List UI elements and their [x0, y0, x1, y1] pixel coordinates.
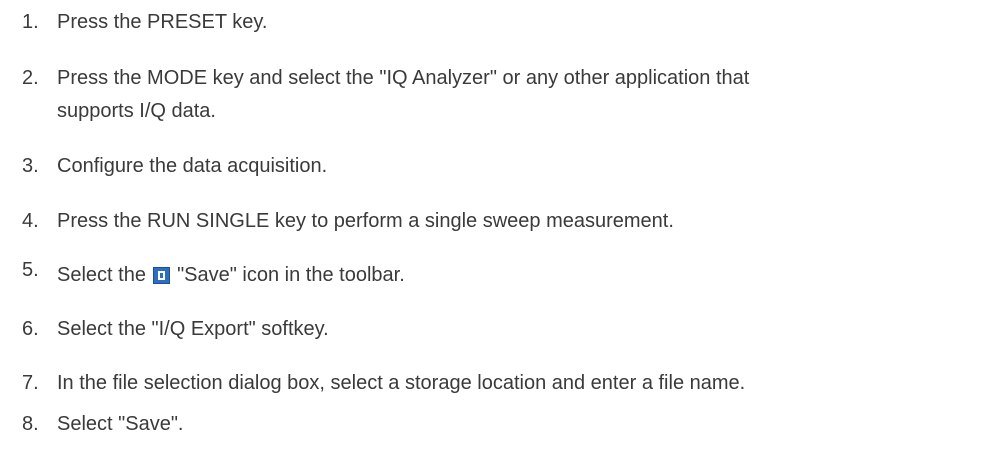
step-1-number: 1.: [22, 11, 39, 33]
step-2-text-line-2: supports I/Q data.: [57, 100, 216, 122]
step-3-text: Configure the data acquisition.: [57, 155, 328, 177]
step-5-text-after: "Save" icon in the toolbar.: [177, 264, 405, 286]
step-5-text-before: Select the: [57, 264, 146, 286]
step-7-number: 7.: [22, 372, 39, 394]
step-8-number: 8.: [22, 413, 39, 435]
step-6-text: Select the "I/Q Export" softkey.: [57, 318, 329, 340]
step-7-text: In the file selection dialog box, select…: [57, 372, 746, 394]
step-1-text: Press the PRESET key.: [57, 11, 268, 33]
step-6-number: 6.: [22, 318, 39, 340]
step-2-text-line-1: Press the MODE key and select the "IQ An…: [57, 67, 750, 89]
step-4-text: Press the RUN SINGLE key to perform a si…: [57, 210, 674, 232]
step-5-number: 5.: [22, 259, 39, 281]
step-3-number: 3.: [22, 155, 39, 177]
step-8-text: Select "Save".: [57, 413, 184, 435]
save-icon: [152, 267, 170, 284]
step-2-text: Press the MODE key and select the "IQ An…: [57, 62, 977, 128]
step-4-number: 4.: [22, 210, 39, 232]
step-5-text: Select the "Save" icon in the toolbar.: [57, 259, 977, 292]
step-2-number: 2.: [22, 67, 39, 89]
